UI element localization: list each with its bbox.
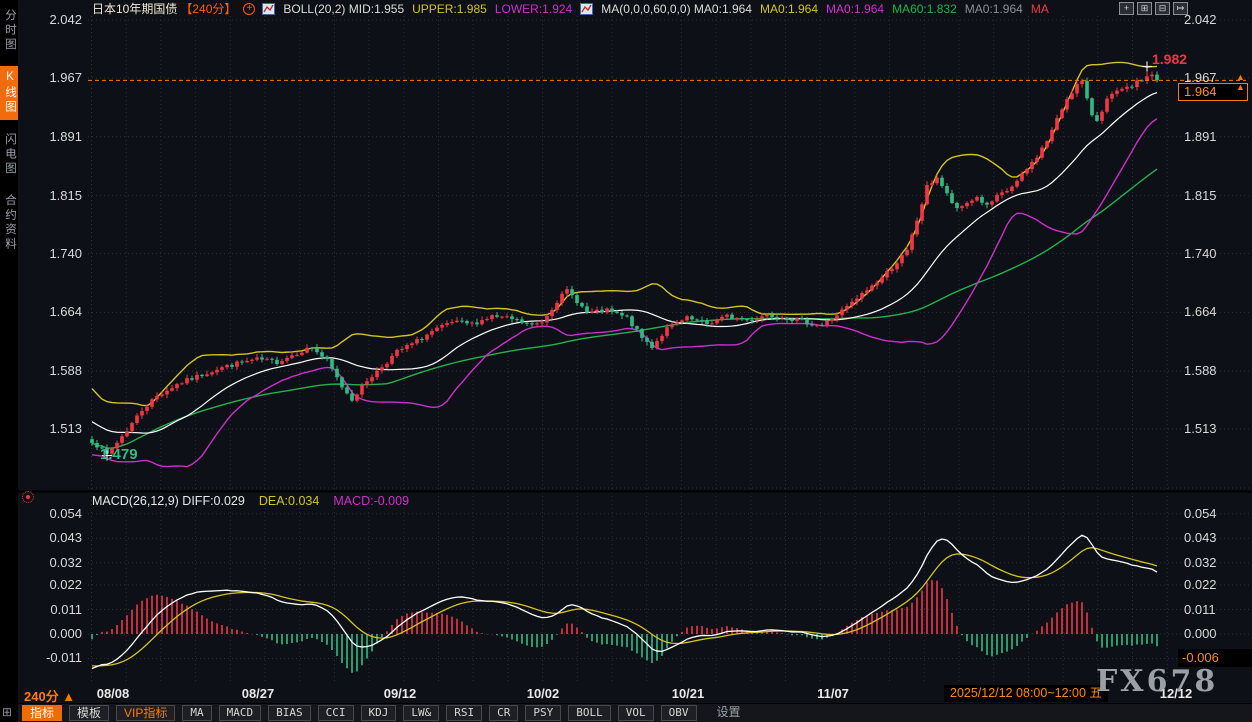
toolbar-item-模板[interactable]: 模板 (69, 705, 109, 721)
date-tick-10/02: 10/02 (527, 686, 560, 701)
price-axis-label: 1.891 (1184, 129, 1217, 144)
left-sidebar: 分时图 K线图闪电图合约资料 (0, 0, 18, 722)
macd-plot (92, 535, 1157, 673)
price-axis-label: 1.588 (1184, 363, 1217, 378)
price-axis-label: 1.664 (30, 304, 82, 319)
indicator-value: MA0:1.964 (760, 2, 818, 16)
timeframe-tag: 【240分】 (180, 0, 236, 17)
macd-axis-label: 0.000 (1184, 626, 1217, 641)
toolbar-item-指标[interactable]: 指标 (22, 705, 62, 721)
macd-axis-label: 0.011 (1184, 602, 1216, 617)
indicator-value: MA0:1.964 (826, 2, 884, 16)
price-axis-label: 1.740 (1184, 246, 1217, 261)
grid-lines (18, 16, 1252, 683)
toolbar-item-设置[interactable]: 设置 (710, 705, 748, 721)
sidebar-tab-1[interactable]: 分时图 (0, 4, 18, 58)
toolbar-item-BOLL[interactable]: BOLL (568, 705, 611, 721)
indicator-toolbar: 指标模板 VIP指标 MA MACD BIAS CCI KDJ LW&RSI CR PSY BOLL… (18, 703, 1252, 722)
indicator-value: MA0:1.964 (965, 2, 1023, 16)
mini-chart-icon (262, 3, 275, 15)
toolbar-item-MA[interactable]: MA (182, 705, 211, 721)
move-icon[interactable]: + (1119, 2, 1134, 15)
toolbar-item-VIP指标[interactable]: VIP指标 (116, 705, 175, 721)
macd-dea-label: DEA:0.034 (259, 494, 319, 508)
macd-readout: MACD(26,12,9) DIFF:0.029 DEA:0.034 MACD:-0… (92, 494, 409, 508)
app-window: 分时图 K线图闪电图合约资料 日本10年期国债 【240分】 + BOLL(20,… (0, 0, 1252, 722)
sidebar-tab-3[interactable]: 闪电图 (0, 128, 18, 182)
mini-chart-icon (580, 3, 593, 15)
chart-canvas[interactable] (0, 0, 1252, 722)
sidebar-tab-2[interactable]: K线图 (0, 66, 18, 120)
macd-axis-label: -0.011 (30, 650, 82, 665)
price-axis-label: 2.042 (1184, 12, 1217, 27)
date-tick-08/27: 08/27 (242, 686, 275, 701)
symbol-title: 日本10年期国债 (92, 0, 177, 17)
xaxis-row: 240分 ▲ 2025/12/12 08:00~12:00 五 08/0808/… (18, 685, 1252, 703)
toolbar-item-KDJ[interactable]: KDJ (361, 705, 397, 721)
indicator-value: BOLL(20,2) MID:1.955 (283, 2, 404, 16)
toolbar-item-LW&[interactable]: LW& (403, 705, 439, 721)
macd-axis-label: 0.043 (30, 530, 82, 545)
toolbar-item-OBV[interactable]: OBV (661, 705, 697, 721)
toolbar-item-CCI[interactable]: CCI (318, 705, 354, 721)
macd-diff-label: MACD(26,12,9) DIFF:0.029 (92, 494, 245, 508)
toolbar-item-CR[interactable]: CR (489, 705, 518, 721)
chart-window-buttons: +⊞⊟↦ (1119, 2, 1188, 15)
macd-axis-label: 0.032 (1184, 555, 1217, 570)
date-tick-10/21: 10/21 (672, 686, 705, 701)
price-axis-label: 1.815 (1184, 188, 1217, 203)
zoom-out-icon[interactable]: ⊟ (1155, 2, 1170, 15)
macd-hist-label: MACD:-0.009 (333, 494, 409, 508)
indicator-readouts: BOLL(20,2) MID:1.955 UPPER:1.985 LOWER:1.9… (262, 2, 1048, 16)
macd-axis-label: 0.000 (30, 626, 82, 641)
macd-axis-label: 0.054 (1184, 506, 1217, 521)
price-axis-label: 1.513 (1184, 421, 1217, 436)
macd-axis-label: 0.043 (1184, 530, 1217, 545)
macd-axis-label: 0.022 (30, 577, 82, 592)
toolbar-item-PSY[interactable]: PSY (525, 705, 561, 721)
zoom-in-icon[interactable]: ⊞ (1137, 2, 1152, 15)
toolbar-item-BIAS[interactable]: BIAS (268, 705, 311, 721)
macd-axis-label: 0.022 (1184, 577, 1217, 592)
crosshair-icon[interactable]: + (243, 3, 255, 15)
toolbar-item-RSI[interactable]: RSI (446, 705, 482, 721)
pan-right-icon[interactable]: ↦ (1173, 2, 1188, 15)
price-axis-label: 1.513 (30, 421, 82, 436)
high-price-label: 1.982 (1152, 51, 1187, 67)
macd-axis-label: 0.054 (30, 506, 82, 521)
price-axis-label: 1.740 (30, 246, 82, 261)
fx678-watermark: FX678 (1096, 664, 1218, 699)
date-tick-09/12: 09/12 (384, 686, 417, 701)
indicator-value: MA (1031, 2, 1049, 16)
chart-header: 日本10年期国债 【240分】 + BOLL(20,2) MID:1.955 UP… (92, 1, 1049, 16)
bottom-left-grid-icon[interactable]: ⊞ (2, 705, 12, 719)
date-tick-08/08: 08/08 (97, 686, 130, 701)
low-price-label: 1.479 (100, 446, 138, 463)
toolbar-item-MACD[interactable]: MACD (219, 705, 262, 721)
price-axis-label: 1.967 (30, 70, 82, 85)
macd-axis-label: 0.032 (30, 555, 82, 570)
bar-time-tooltip: 2025/12/12 08:00~12:00 五 (944, 685, 1108, 702)
macd-axis-label: 0.011 (30, 602, 82, 617)
indicator-value: MA60:1.832 (892, 2, 957, 16)
indicator-value: UPPER:1.985 (412, 2, 487, 16)
toolbar-item-VOL[interactable]: VOL (618, 705, 654, 721)
main-plot (90, 62, 1159, 466)
indicator-value: MA(0,0,0,60,0,0) MA0:1.964 (601, 2, 752, 16)
indicator-value: LOWER:1.924 (495, 2, 572, 16)
price-axis-label: 1.815 (30, 188, 82, 203)
macd-settings-icon[interactable] (22, 491, 34, 503)
sidebar-tab-4[interactable]: 合约资料 (0, 189, 18, 257)
price-axis-label: 2.042 (30, 12, 82, 27)
date-tick-11/07: 11/07 (817, 686, 849, 701)
price-arrow-icon: ▲▲ (1236, 72, 1245, 92)
price-axis-label: 1.664 (1184, 304, 1217, 319)
price-axis-label: 1.588 (30, 363, 82, 378)
price-axis-label: 1.891 (30, 129, 82, 144)
